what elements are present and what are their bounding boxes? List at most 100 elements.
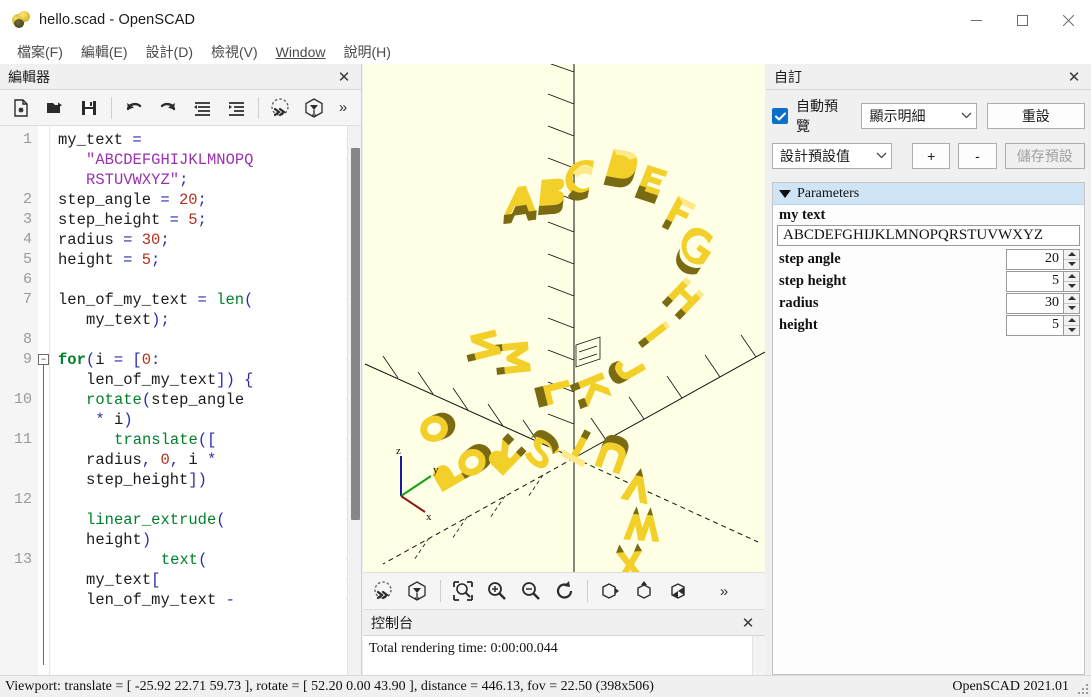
code-editor[interactable]: 12345678910111213 − my_text = ↵"ABCDEFGH… bbox=[0, 126, 361, 675]
code-text-area[interactable]: my_text = ↵"ABCDEFGHIJKLMNOPQ↵RSTUVWXYZ"… bbox=[50, 126, 361, 675]
param-value-radius[interactable]: 30 bbox=[1006, 292, 1063, 314]
maximize-button[interactable] bbox=[999, 0, 1045, 40]
preset-select[interactable]: 設計預設值 bbox=[772, 143, 893, 169]
customizer-close-icon[interactable]: ✕ bbox=[1061, 65, 1087, 89]
spinner-arrows[interactable] bbox=[1063, 292, 1080, 314]
menu-view[interactable]: 檢視(V) bbox=[202, 41, 267, 64]
new-file-button[interactable] bbox=[4, 93, 38, 123]
undo-button[interactable] bbox=[117, 93, 151, 123]
spinner-arrows[interactable] bbox=[1063, 270, 1080, 292]
chevron-down-icon bbox=[870, 150, 887, 162]
toolbar-separator bbox=[111, 96, 112, 119]
spinner-arrows[interactable] bbox=[1063, 314, 1080, 336]
minimize-button[interactable] bbox=[953, 0, 999, 40]
param-value-step-angle[interactable]: 20 bbox=[1006, 248, 1063, 270]
zoom-fit-button[interactable] bbox=[446, 576, 480, 606]
param-label-my-text: my text bbox=[779, 207, 826, 223]
save-file-button[interactable] bbox=[72, 93, 106, 123]
save-preset-label: 儲存預設 bbox=[1016, 148, 1073, 164]
reset-view-button[interactable] bbox=[548, 576, 582, 606]
fold-toggle-icon[interactable]: − bbox=[38, 354, 49, 365]
viewport-toolbar-overflow-icon[interactable]: » bbox=[715, 576, 733, 606]
spinner-arrows[interactable] bbox=[1063, 248, 1080, 270]
code-line: * i) bbox=[95, 411, 133, 429]
spinner-up-icon[interactable] bbox=[1064, 294, 1079, 304]
reset-button[interactable]: 重設 bbox=[986, 103, 1085, 129]
code-line: translate([ bbox=[114, 431, 217, 449]
param-label-height: height bbox=[779, 316, 818, 333]
preview-button[interactable] bbox=[264, 93, 298, 123]
opengl-viewport[interactable]: z y x bbox=[363, 64, 765, 572]
menu-window[interactable]: Window bbox=[267, 41, 335, 64]
spinner-up-icon[interactable] bbox=[1064, 316, 1079, 326]
param-spinner-step-angle[interactable]: 20 bbox=[1006, 248, 1080, 270]
spinner-down-icon[interactable] bbox=[1064, 260, 1079, 269]
editor-toolbar-overflow-icon[interactable]: » bbox=[334, 93, 352, 123]
openscad-logo-icon bbox=[10, 11, 30, 29]
param-input-my-text[interactable]: ABCDEFGHIJKLMNOPQRSTUVWXYZ bbox=[777, 225, 1080, 246]
console-line: Total rendering time: 0:00:00.044 bbox=[369, 641, 558, 656]
right-view-button[interactable] bbox=[593, 576, 627, 606]
viewport-toolbar: » bbox=[363, 572, 765, 610]
code-line: radius = 30; bbox=[58, 231, 170, 249]
spinner-up-icon[interactable] bbox=[1064, 272, 1079, 282]
customizer-dock-title: 自訂 ✕ bbox=[766, 64, 1091, 90]
param-spinner-radius[interactable]: 30 bbox=[1006, 292, 1080, 314]
line-number: 3 bbox=[22, 211, 32, 228]
unindent-button[interactable] bbox=[185, 93, 219, 123]
spinner-down-icon[interactable] bbox=[1064, 326, 1079, 335]
auto-preview-checkbox[interactable] bbox=[772, 108, 788, 124]
editor-pane: 編輯器 ✕ » 1 2 3 4 5 6 7 8 9 10 11 12 13 − … bbox=[0, 64, 362, 675]
menu-edit[interactable]: 編輯(E) bbox=[72, 41, 137, 64]
toolbar-separator bbox=[258, 96, 259, 119]
open-file-button[interactable] bbox=[38, 93, 72, 123]
editor-scrollbar[interactable] bbox=[347, 126, 361, 675]
code-line: step_angle = 20; bbox=[58, 191, 207, 209]
preview-button[interactable] bbox=[367, 576, 401, 606]
param-value-step-height[interactable]: 5 bbox=[1006, 270, 1063, 292]
toolbar-separator bbox=[440, 580, 441, 602]
menu-help[interactable]: 說明(H) bbox=[334, 41, 399, 64]
detail-level-select[interactable]: 顯示明細 bbox=[861, 103, 977, 129]
render-button[interactable] bbox=[298, 93, 332, 123]
menu-design[interactable]: 設計(D) bbox=[137, 41, 202, 64]
toolbar-separator bbox=[587, 580, 588, 602]
line-number: 1 bbox=[22, 131, 32, 148]
menu-file[interactable]: 檔案(F) bbox=[8, 41, 72, 64]
spinner-down-icon[interactable] bbox=[1064, 304, 1079, 313]
top-view-button[interactable] bbox=[627, 576, 661, 606]
console-scrollbar[interactable] bbox=[752, 636, 765, 675]
svg-text:z: z bbox=[396, 445, 401, 457]
fold-margin[interactable]: − bbox=[38, 126, 50, 675]
diagonal-view-button[interactable] bbox=[661, 576, 695, 606]
spinner-up-icon[interactable] bbox=[1064, 250, 1079, 260]
expand-collapse-triangle-icon[interactable] bbox=[779, 189, 791, 198]
render-button[interactable] bbox=[401, 576, 435, 606]
add-preset-button[interactable]: + bbox=[912, 143, 951, 169]
param-spinner-step-height[interactable]: 5 bbox=[1006, 270, 1080, 292]
close-button[interactable] bbox=[1045, 0, 1091, 40]
indent-button[interactable] bbox=[219, 93, 253, 123]
save-preset-button[interactable]: 儲存預設 bbox=[1004, 143, 1085, 169]
status-bar: Viewport: translate = [ -25.92 22.71 59.… bbox=[0, 675, 1091, 697]
parameters-group-header[interactable]: Parameters bbox=[773, 183, 1084, 205]
customizer-row-top: 自動預覽 顯示明細 重設 bbox=[772, 96, 1085, 136]
param-value-height[interactable]: 5 bbox=[1006, 314, 1063, 336]
console-pane: 控制台 ✕ Total rendering time: 0:00:00.044 bbox=[363, 610, 765, 675]
preset-select-value: 設計預設值 bbox=[780, 148, 850, 164]
editor-scrollbar-thumb[interactable] bbox=[351, 148, 360, 520]
code-line: len_of_my_text = len( bbox=[58, 291, 254, 309]
line-number: 6 bbox=[22, 271, 32, 288]
zoom-out-button[interactable] bbox=[514, 576, 548, 606]
redo-button[interactable] bbox=[151, 93, 185, 123]
param-spinner-height[interactable]: 5 bbox=[1006, 314, 1080, 336]
console-close-icon[interactable]: ✕ bbox=[735, 611, 761, 635]
zoom-in-button[interactable] bbox=[480, 576, 514, 606]
remove-preset-button[interactable]: - bbox=[958, 143, 997, 169]
param-row-step-angle: step angle 20 bbox=[773, 248, 1084, 270]
resize-grip-icon[interactable] bbox=[1076, 682, 1088, 694]
spinner-down-icon[interactable] bbox=[1064, 282, 1079, 291]
line-number: 11 bbox=[13, 431, 32, 448]
editor-close-icon[interactable]: ✕ bbox=[331, 65, 357, 89]
console-output[interactable]: Total rendering time: 0:00:00.044 bbox=[363, 636, 765, 675]
